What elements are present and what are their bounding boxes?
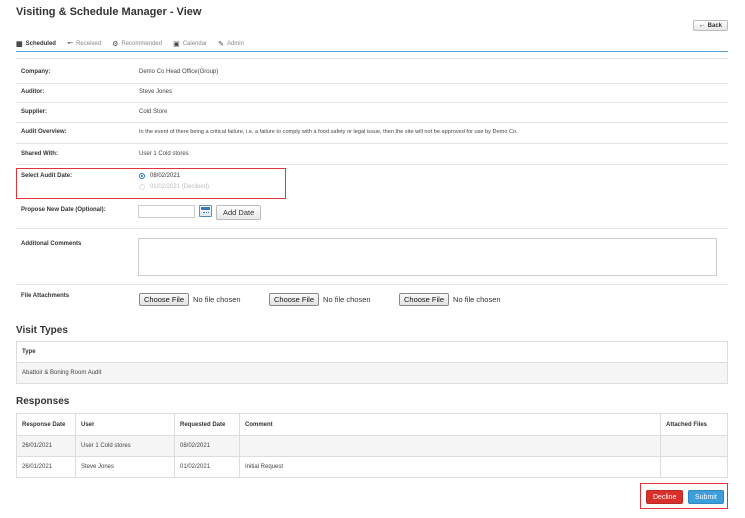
auditor-value: Steve Jones: [139, 89, 173, 95]
divider: [16, 164, 728, 165]
choose-file-button[interactable]: Choose File: [139, 293, 190, 306]
audit-date-option-declined: 01/02/2021 (Declined): [139, 184, 209, 190]
divider: [16, 143, 728, 144]
audit-date-option-label: 01/02/2021 (Declined): [150, 184, 210, 190]
column-header: Attached Files: [660, 413, 728, 436]
visit-types-table: Type Abattoir & Boning Room Audit: [16, 341, 728, 384]
table-cell: 08/02/2021: [174, 435, 240, 457]
column-header: Comment: [239, 413, 661, 436]
file-status: No file chosen: [193, 295, 241, 304]
shared-value: User 1 Cold stores: [139, 151, 189, 157]
auditor-label: Auditor:: [21, 89, 45, 95]
overview-value: In the event of there being a critical f…: [139, 129, 518, 135]
tab-admin[interactable]: ✎ Admin: [218, 39, 244, 49]
tab-label: Received: [76, 41, 102, 47]
divider: [16, 102, 728, 103]
divider: [16, 122, 728, 123]
calendar-icon: ▣: [173, 41, 180, 48]
column-header: Response Date: [16, 413, 76, 436]
company-label: Company:: [21, 69, 51, 75]
tab-calendar[interactable]: ▣ Calendar: [173, 39, 207, 49]
files-label: File Attachments: [21, 293, 70, 299]
tab-received[interactable]: 🠔 Received: [67, 39, 101, 49]
column-header: Requested Date: [174, 413, 240, 436]
audit-date-label: Select Audit Date:: [21, 173, 73, 179]
table-cell: Steve Jones: [75, 456, 175, 478]
radio-checked[interactable]: [139, 173, 145, 179]
file-input-3[interactable]: Choose File No file chosen: [399, 293, 501, 306]
table-cell: 26/01/2021: [16, 435, 76, 457]
comments-textarea[interactable]: [138, 238, 717, 276]
choose-file-button[interactable]: Choose File: [399, 293, 450, 306]
shared-label: Shared With:: [21, 151, 58, 157]
table-cell: Initial Request: [239, 456, 661, 478]
table-header-row: Response Date User Requested Date Commen…: [16, 413, 728, 436]
table-icon: ▦: [16, 41, 23, 48]
tab-scheduled[interactable]: ▦ Scheduled: [16, 39, 56, 49]
radio-disabled: [139, 184, 145, 190]
submit-button[interactable]: Submit: [688, 490, 724, 504]
supplier-value: Cold Store: [139, 109, 168, 115]
divider: [16, 83, 728, 84]
back-button-label: Back: [707, 22, 722, 29]
supplier-label: Supplier:: [21, 109, 48, 115]
file-status: No file chosen: [453, 295, 501, 304]
column-header: Type: [16, 341, 728, 363]
tab-label: Recommended: [121, 41, 163, 47]
responses-title: Responses: [16, 396, 70, 407]
table-cell: [660, 435, 728, 457]
table-header-row: Type: [16, 341, 728, 363]
decline-button[interactable]: Decline: [646, 490, 684, 504]
gear-icon: ⚙: [112, 41, 119, 48]
arrow-left-icon: ←: [698, 22, 706, 29]
overview-label: Audit Overview:: [21, 129, 67, 135]
comments-label: Additonal Comments: [21, 241, 82, 247]
back-button[interactable]: ← Back: [692, 20, 728, 31]
file-input-1[interactable]: Choose File No file chosen: [139, 293, 241, 306]
wrench-icon: ✎: [218, 41, 224, 48]
tab-label: Scheduled: [25, 41, 56, 47]
propose-label: Propose New Date (Optional):: [21, 207, 106, 213]
table-row: 26/01/2021 Steve Jones 01/02/2021 Initia…: [16, 456, 728, 478]
tab-label: Admin: [226, 41, 244, 47]
table-row: Abattoir & Boning Room Audit: [16, 362, 728, 384]
divider: [16, 284, 728, 285]
table-cell: 01/02/2021: [174, 456, 240, 478]
file-input-2[interactable]: Choose File No file chosen: [269, 293, 371, 306]
responses-table: Response Date User Requested Date Commen…: [16, 413, 728, 478]
table-row: 26/01/2021 User 1 Cold stores 08/02/2021: [16, 435, 728, 457]
column-header: User: [75, 413, 175, 436]
divider: [16, 58, 728, 59]
table-cell: [660, 456, 728, 478]
table-cell: [239, 435, 661, 457]
tab-label: Calendar: [182, 41, 208, 47]
arrow-left-icon: 🠔: [66, 39, 74, 47]
propose-date-input[interactable]: [138, 205, 195, 218]
audit-date-option[interactable]: 08/02/2021: [139, 173, 180, 179]
company-value: Demo Co Head Office(Group): [139, 69, 219, 75]
file-status: No file chosen: [323, 295, 371, 304]
table-cell: 26/01/2021: [16, 456, 76, 478]
add-date-button[interactable]: Add Date: [216, 205, 262, 220]
page-title: Visiting & Schedule Manager - View: [16, 6, 202, 18]
divider: [16, 228, 728, 229]
table-cell: User 1 Cold stores: [75, 435, 175, 457]
visit-types-title: Visit Types: [16, 325, 68, 336]
tab-bar: ▦ Scheduled 🠔 Received ⚙ Recommended ▣ C…: [16, 39, 728, 52]
table-cell: Abattoir & Boning Room Audit: [16, 362, 728, 384]
choose-file-button[interactable]: Choose File: [269, 293, 320, 306]
audit-date-option-label: 08/02/2021: [150, 173, 181, 179]
tab-recommended[interactable]: ⚙ Recommended: [112, 39, 162, 49]
calendar-icon[interactable]: [199, 205, 212, 217]
